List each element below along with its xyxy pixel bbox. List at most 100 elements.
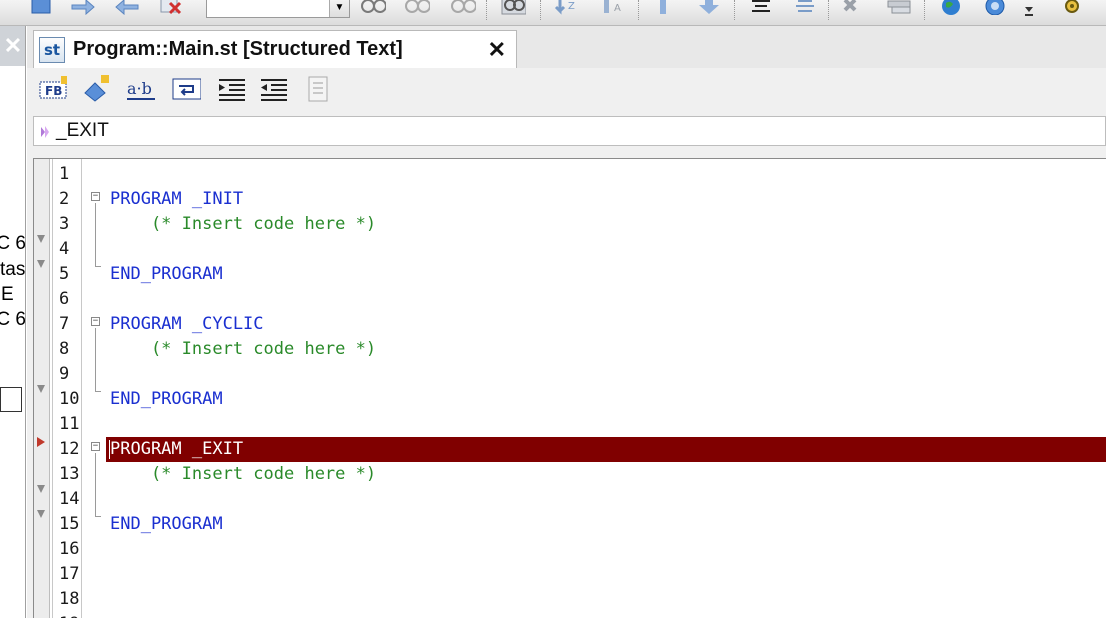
help-icon[interactable] xyxy=(982,0,1008,18)
code-line[interactable]: PROGRAM _INIT xyxy=(106,187,1106,212)
code-line[interactable]: (* Insert code here *) xyxy=(106,337,1106,362)
outdent-icon[interactable] xyxy=(259,74,289,104)
tab-title: Program::Main.st [Structured Text] xyxy=(73,38,403,60)
code-text-area[interactable]: PROGRAM _INIT (* Insert code here *) END_… xyxy=(106,159,1106,618)
binoculars-icon[interactable] xyxy=(360,0,386,18)
function-block-icon[interactable]: FB xyxy=(37,74,67,104)
svg-text:A: A xyxy=(614,3,621,14)
left-panel-input[interactable] xyxy=(0,387,22,412)
code-line[interactable]: END_PROGRAM xyxy=(106,387,1106,412)
code-text: (* Insert code here *) xyxy=(110,339,377,359)
line-number: 19 xyxy=(59,612,83,618)
current-line-marker-icon xyxy=(37,437,45,447)
fold-toggle-icon[interactable]: − xyxy=(91,442,100,451)
fold-toggle-icon[interactable]: − xyxy=(91,317,100,326)
toolbar-separator xyxy=(924,0,925,20)
word-wrap-icon[interactable] xyxy=(171,74,201,104)
editor-pane: st Program::Main.st [Structured Text] ✕ … xyxy=(27,26,1106,618)
line-number: 4 xyxy=(59,239,70,259)
program-icon xyxy=(40,124,50,138)
line-number: 18 xyxy=(59,589,80,609)
code-line[interactable]: END_PROGRAM xyxy=(106,512,1106,537)
code-line[interactable] xyxy=(106,287,1106,312)
code-line[interactable]: END_PROGRAM xyxy=(106,262,1106,287)
code-line[interactable] xyxy=(106,162,1106,187)
line-number: 5 xyxy=(59,264,70,284)
code-line[interactable] xyxy=(106,362,1106,387)
left-panel-fragment: C 6 xyxy=(0,233,26,254)
code-text: (* Insert code here *) xyxy=(110,214,377,234)
globe-icon[interactable] xyxy=(938,0,964,18)
forward-arrow-icon[interactable] xyxy=(70,0,96,18)
delete-icon[interactable] xyxy=(158,0,184,18)
line-number: 6 xyxy=(59,289,70,309)
code-line[interactable] xyxy=(106,562,1106,587)
code-line[interactable] xyxy=(106,487,1106,512)
back-arrow-icon[interactable] xyxy=(114,0,140,18)
code-text: END_PROGRAM xyxy=(110,264,223,284)
fold-toggle-icon[interactable]: − xyxy=(91,192,100,201)
code-line[interactable]: (* Insert code here *) xyxy=(106,462,1106,487)
breadcrumb[interactable]: _EXIT xyxy=(33,116,1106,146)
toolbar-separator xyxy=(486,0,487,20)
fold-guide xyxy=(95,203,96,266)
binoculars-next-icon[interactable] xyxy=(404,0,430,18)
code-line[interactable]: PROGRAM _EXIT xyxy=(106,437,1106,462)
tab-program-main[interactable]: st Program::Main.st [Structured Text] ✕ xyxy=(33,30,517,68)
left-panel-content xyxy=(0,66,25,618)
line-number: 11 xyxy=(59,414,80,434)
code-line[interactable]: (* Insert code here *) xyxy=(106,212,1106,237)
save-icon[interactable] xyxy=(28,0,54,18)
svg-text:Z: Z xyxy=(568,1,575,12)
line-number: 3 xyxy=(59,214,70,234)
line-number: 14 xyxy=(59,489,80,509)
line-number: 7 xyxy=(59,314,70,334)
rename-icon[interactable]: a·b xyxy=(125,74,155,104)
line-number: 9 xyxy=(59,364,70,384)
align-icon[interactable] xyxy=(748,0,774,18)
build-icon[interactable] xyxy=(842,0,868,18)
fold-marker-icon xyxy=(37,510,45,518)
line-number: 10 xyxy=(59,389,80,409)
tab-strip: st Program::Main.st [Structured Text] ✕ xyxy=(27,26,1106,68)
line-number-gutter: 12345678910111213141516171819 xyxy=(52,159,82,618)
fb-label: FB xyxy=(45,84,62,98)
sort-az-icon[interactable]: Z xyxy=(554,0,580,18)
code-text: PROGRAM _CYCLIC xyxy=(110,314,264,334)
code-line[interactable] xyxy=(106,237,1106,262)
move-up-icon[interactable] xyxy=(650,0,676,18)
code-line[interactable] xyxy=(106,612,1106,618)
toolbar-overflow-icon[interactable] xyxy=(1016,0,1042,18)
close-icon[interactable]: ✕ xyxy=(0,26,25,66)
main-toolbar: ▼ Z A xyxy=(0,0,1106,26)
toolbar-separator xyxy=(540,0,541,20)
align-center-icon[interactable] xyxy=(792,0,818,18)
settings-icon[interactable] xyxy=(1058,0,1084,18)
code-text: PROGRAM _EXIT xyxy=(110,439,244,459)
compile-icon[interactable] xyxy=(886,0,912,18)
line-number: 1 xyxy=(59,164,70,184)
binoculars-prev-icon[interactable] xyxy=(450,0,476,18)
line-number: 15 xyxy=(59,514,80,534)
fold-guide xyxy=(95,516,101,517)
insert-variable-icon[interactable] xyxy=(81,74,111,104)
line-number: 17 xyxy=(59,564,80,584)
chevron-down-icon[interactable]: ▼ xyxy=(329,0,349,17)
move-down-icon[interactable] xyxy=(696,0,722,18)
code-editor[interactable]: 12345678910111213141516171819 − − − PROG… xyxy=(33,158,1106,618)
fold-guide xyxy=(95,391,101,392)
code-line[interactable] xyxy=(106,537,1106,562)
indent-icon[interactable] xyxy=(217,74,247,104)
find-replace-icon[interactable] xyxy=(500,0,526,18)
toolbar-separator xyxy=(734,0,735,20)
close-icon[interactable]: ✕ xyxy=(488,37,506,63)
code-line[interactable] xyxy=(106,587,1106,612)
fold-guide xyxy=(95,328,96,391)
toolbar-separator xyxy=(828,0,829,20)
toolbar-combo[interactable]: ▼ xyxy=(206,0,350,18)
document-icon[interactable] xyxy=(303,74,333,104)
code-line[interactable] xyxy=(106,412,1106,437)
code-line[interactable]: PROGRAM _CYCLIC xyxy=(106,312,1106,337)
code-text: PROGRAM _INIT xyxy=(110,189,244,209)
sort-za-icon[interactable]: A xyxy=(600,0,626,18)
